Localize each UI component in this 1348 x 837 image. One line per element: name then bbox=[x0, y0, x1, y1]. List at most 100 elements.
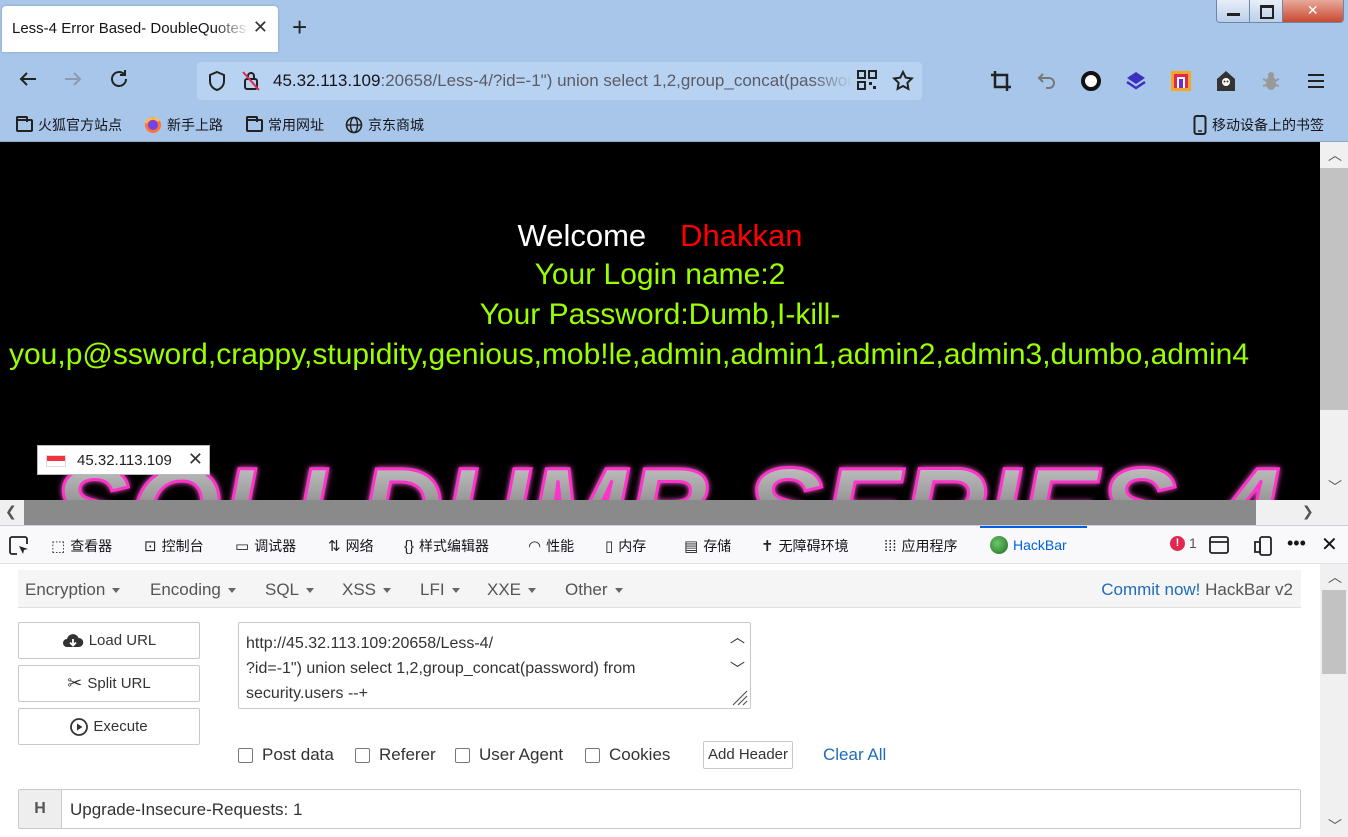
element-picker-icon[interactable] bbox=[9, 536, 29, 556]
tab-inspector[interactable]: ⬚ 查看器 bbox=[51, 536, 112, 556]
add-header-button[interactable]: Add Header bbox=[703, 741, 793, 769]
close-window-button[interactable] bbox=[1282, 0, 1343, 22]
more-options-icon[interactable]: ••• bbox=[1287, 533, 1306, 554]
scroll-left-arrow-icon[interactable]: ❮ bbox=[5, 503, 17, 520]
scissors-icon: ✂ bbox=[67, 673, 83, 693]
reload-icon bbox=[111, 70, 127, 87]
bookmark-item[interactable]: 常用网址 bbox=[246, 115, 324, 135]
devtools-toolbar: ⬚ 查看器 ⊡ 控制台 ▭ 调试器 ⇅ 网络 {} 样式编辑器 ◠ 性能 ▯ 内存 ▤ 存储 ✝… bbox=[0, 525, 1348, 564]
menu-hamburger-icon[interactable] bbox=[1305, 70, 1327, 92]
tab-network[interactable]: ⇅ 网络 bbox=[328, 536, 374, 556]
url-textarea[interactable]: http://45.32.113.109:20658/Less-4/ ?id=-… bbox=[238, 622, 751, 709]
error-count-badge[interactable]: ! 1 bbox=[1170, 535, 1197, 551]
execute-button[interactable]: Execute bbox=[18, 708, 200, 745]
menu-encryption[interactable]: Encryption bbox=[25, 580, 120, 600]
scroll-right-arrow-icon[interactable]: ❯ bbox=[1302, 503, 1314, 520]
mobile-bookmarks[interactable]: 移动设备上的书签 bbox=[1193, 115, 1324, 135]
shield-icon[interactable] bbox=[207, 70, 227, 97]
qr-code-icon[interactable] bbox=[857, 70, 877, 95]
browser-tab[interactable]: Less-4 Error Based- DoubleQuotes String … bbox=[2, 6, 278, 52]
url-text[interactable]: 45.32.113.109:20658/Less-4/?id=-1") unio… bbox=[273, 71, 853, 91]
clear-all-link[interactable]: Clear All bbox=[823, 745, 886, 765]
scrollbar-thumb[interactable] bbox=[1322, 590, 1346, 674]
menu-lfi[interactable]: LFI bbox=[420, 580, 460, 600]
close-icon[interactable]: ✕ bbox=[188, 449, 203, 470]
responsive-design-icon[interactable] bbox=[1254, 536, 1274, 556]
devtools-vertical-scrollbar[interactable]: ︿ ﹀ bbox=[1320, 564, 1348, 837]
tab-accessibility[interactable]: ✝ 无障碍环境 bbox=[761, 536, 849, 556]
tab-memory[interactable]: ▯ 内存 bbox=[605, 536, 646, 556]
firefox-icon bbox=[144, 117, 161, 133]
accessibility-icon: ✝ bbox=[761, 538, 774, 555]
dock-sidebar-icon[interactable] bbox=[1209, 536, 1229, 554]
menu-xss[interactable]: XSS bbox=[342, 580, 391, 600]
close-devtools-icon[interactable]: ✕ bbox=[1321, 532, 1338, 557]
cookies-checkbox[interactable]: Cookies bbox=[585, 745, 670, 765]
bookmark-item[interactable]: 京东商城 bbox=[345, 115, 424, 135]
commit-now-link[interactable]: Commit now! bbox=[1101, 580, 1200, 599]
play-circle-icon bbox=[70, 717, 89, 736]
checkbox[interactable] bbox=[455, 747, 470, 763]
address-bar[interactable]: 45.32.113.109:20658/Less-4/?id=-1") unio… bbox=[197, 62, 922, 100]
page-horizontal-scrollbar[interactable]: ❮ ❯ bbox=[0, 500, 1320, 525]
undo-icon[interactable] bbox=[1035, 70, 1057, 92]
scroll-up-arrow-icon[interactable]: ︿ bbox=[1328, 567, 1342, 587]
scrollbar-thumb[interactable] bbox=[1320, 168, 1348, 410]
split-url-button[interactable]: ✂ Split URL bbox=[18, 665, 200, 702]
post-data-checkbox[interactable]: Post data bbox=[238, 745, 334, 765]
reload-button[interactable] bbox=[108, 68, 130, 96]
crop-screenshot-icon[interactable] bbox=[990, 70, 1012, 92]
welcome-text: Welcome bbox=[517, 218, 647, 253]
tab-style-editor[interactable]: {} 样式编辑器 bbox=[404, 536, 489, 556]
referer-checkbox[interactable]: Referer bbox=[355, 745, 436, 765]
singapore-flag-icon bbox=[46, 455, 66, 467]
folder-icon bbox=[246, 115, 263, 132]
bookmark-item[interactable]: 新手上路 bbox=[144, 115, 223, 135]
forward-button[interactable] bbox=[62, 68, 84, 96]
new-tab-button[interactable]: + bbox=[292, 14, 307, 40]
menu-encoding[interactable]: Encoding bbox=[150, 580, 236, 600]
tab-hackbar[interactable]: HackBar bbox=[990, 536, 1067, 554]
record-icon[interactable] bbox=[1080, 70, 1102, 92]
scrollbar-thumb[interactable] bbox=[24, 500, 1256, 525]
resize-grip-icon[interactable] bbox=[728, 686, 748, 706]
extension-colorful-icon[interactable] bbox=[1170, 70, 1192, 92]
tab-storage[interactable]: ▤ 存储 bbox=[684, 536, 731, 556]
header-value[interactable]: Upgrade-Insecure-Requests: 1 bbox=[70, 800, 302, 820]
bookmark-item[interactable]: 火狐官方站点 bbox=[16, 115, 122, 135]
menu-xxe[interactable]: XXE bbox=[487, 580, 536, 600]
tab-performance[interactable]: ◠ 性能 bbox=[528, 536, 574, 556]
extension-diamond-icon[interactable] bbox=[1125, 70, 1147, 92]
hacker-extension-icon[interactable] bbox=[1215, 70, 1237, 92]
user-agent-checkbox[interactable]: User Agent bbox=[455, 745, 563, 765]
tab-application[interactable]: ⁞⁞⁞ 应用程序 bbox=[884, 536, 958, 556]
inspector-icon: ⬚ bbox=[51, 538, 66, 555]
error-icon: ! bbox=[1170, 535, 1185, 551]
page-vertical-scrollbar[interactable]: ︿ ﹀ bbox=[1320, 142, 1348, 500]
checkbox[interactable] bbox=[238, 747, 253, 763]
bookmark-star-icon[interactable] bbox=[892, 69, 914, 97]
scroll-down-arrow-icon[interactable]: ﹀ bbox=[730, 658, 745, 679]
minimize-button[interactable] bbox=[1217, 0, 1250, 22]
scroll-up-arrow-icon[interactable]: ︿ bbox=[1328, 145, 1342, 165]
hackbar-version: HackBar v2 bbox=[1200, 580, 1293, 599]
textarea-scrollbar[interactable]: ︿ ﹀ bbox=[725, 624, 749, 686]
scroll-down-arrow-icon[interactable]: ﹀ bbox=[1328, 477, 1342, 497]
tab-debugger[interactable]: ▭ 调试器 bbox=[235, 536, 296, 556]
checkbox[interactable] bbox=[585, 747, 600, 763]
network-icon: ⇅ bbox=[328, 538, 341, 555]
menu-other[interactable]: Other bbox=[565, 580, 623, 600]
hackbar-menu-bar: Encryption Encoding SQL XSS LFI XXE Othe… bbox=[18, 570, 1301, 608]
scroll-down-arrow-icon[interactable]: ﹀ bbox=[1328, 816, 1342, 836]
back-button[interactable] bbox=[17, 68, 39, 96]
menu-sql[interactable]: SQL bbox=[265, 580, 314, 600]
load-url-button[interactable]: Load URL bbox=[18, 622, 200, 659]
scroll-up-arrow-icon[interactable]: ︿ bbox=[730, 626, 745, 647]
login-name-text: Your Login name:2 bbox=[534, 258, 786, 291]
insecure-lock-icon[interactable] bbox=[241, 70, 261, 97]
tab-console[interactable]: ⊡ 控制台 bbox=[144, 536, 204, 556]
maximize-button[interactable] bbox=[1249, 0, 1283, 22]
tab-close-icon[interactable]: ✕ bbox=[253, 17, 268, 38]
checkbox[interactable] bbox=[355, 747, 370, 763]
bug-extension-icon[interactable] bbox=[1260, 70, 1282, 92]
